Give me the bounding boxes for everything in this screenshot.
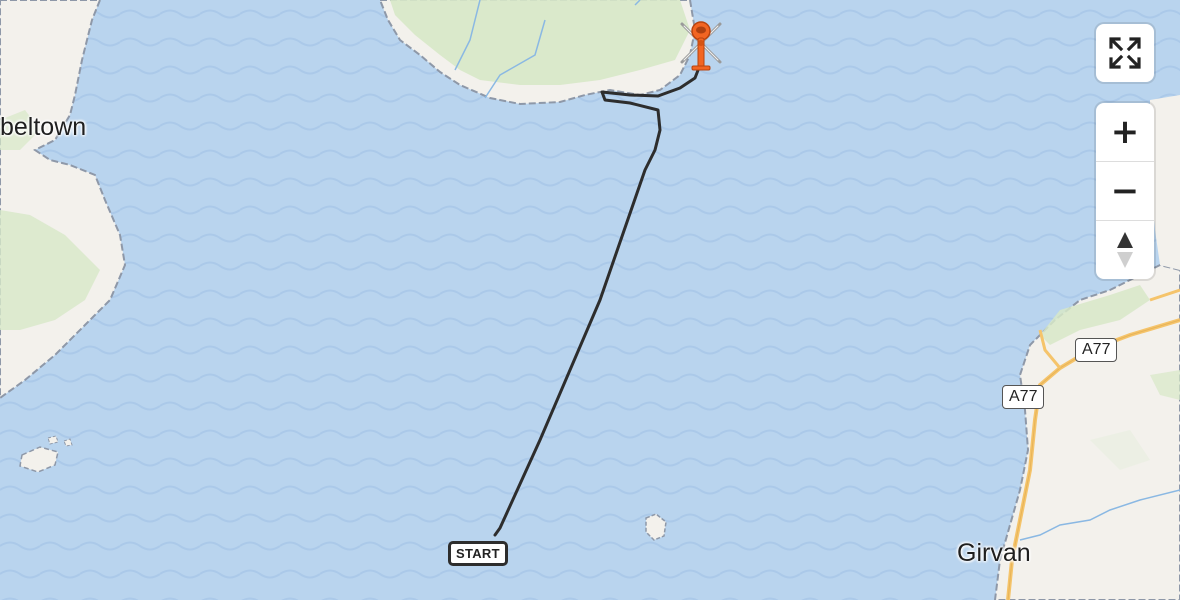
road-shield-a77: A77 [1075,338,1118,362]
fullscreen-control [1096,24,1154,82]
map-canvas[interactable]: beltown Girvan A77 A77 START + − [0,0,1180,600]
helicopter-icon[interactable] [676,16,726,82]
route-start-marker[interactable]: START [448,541,508,566]
zoom-control-group: + − [1096,103,1154,279]
place-label-campbeltown: beltown [0,113,87,141]
compass-button[interactable] [1096,220,1154,279]
fullscreen-button[interactable] [1096,24,1154,82]
map-base-layer [0,0,1180,600]
place-label-girvan: Girvan [957,539,1031,567]
road-shield-a77: A77 [1002,385,1045,409]
zoom-in-icon: + [1110,112,1140,152]
zoom-out-button[interactable]: − [1096,161,1154,220]
compass-icon [1117,232,1133,268]
fullscreen-icon [1109,37,1141,69]
zoom-out-icon: − [1110,171,1140,211]
zoom-in-button[interactable]: + [1096,103,1154,161]
